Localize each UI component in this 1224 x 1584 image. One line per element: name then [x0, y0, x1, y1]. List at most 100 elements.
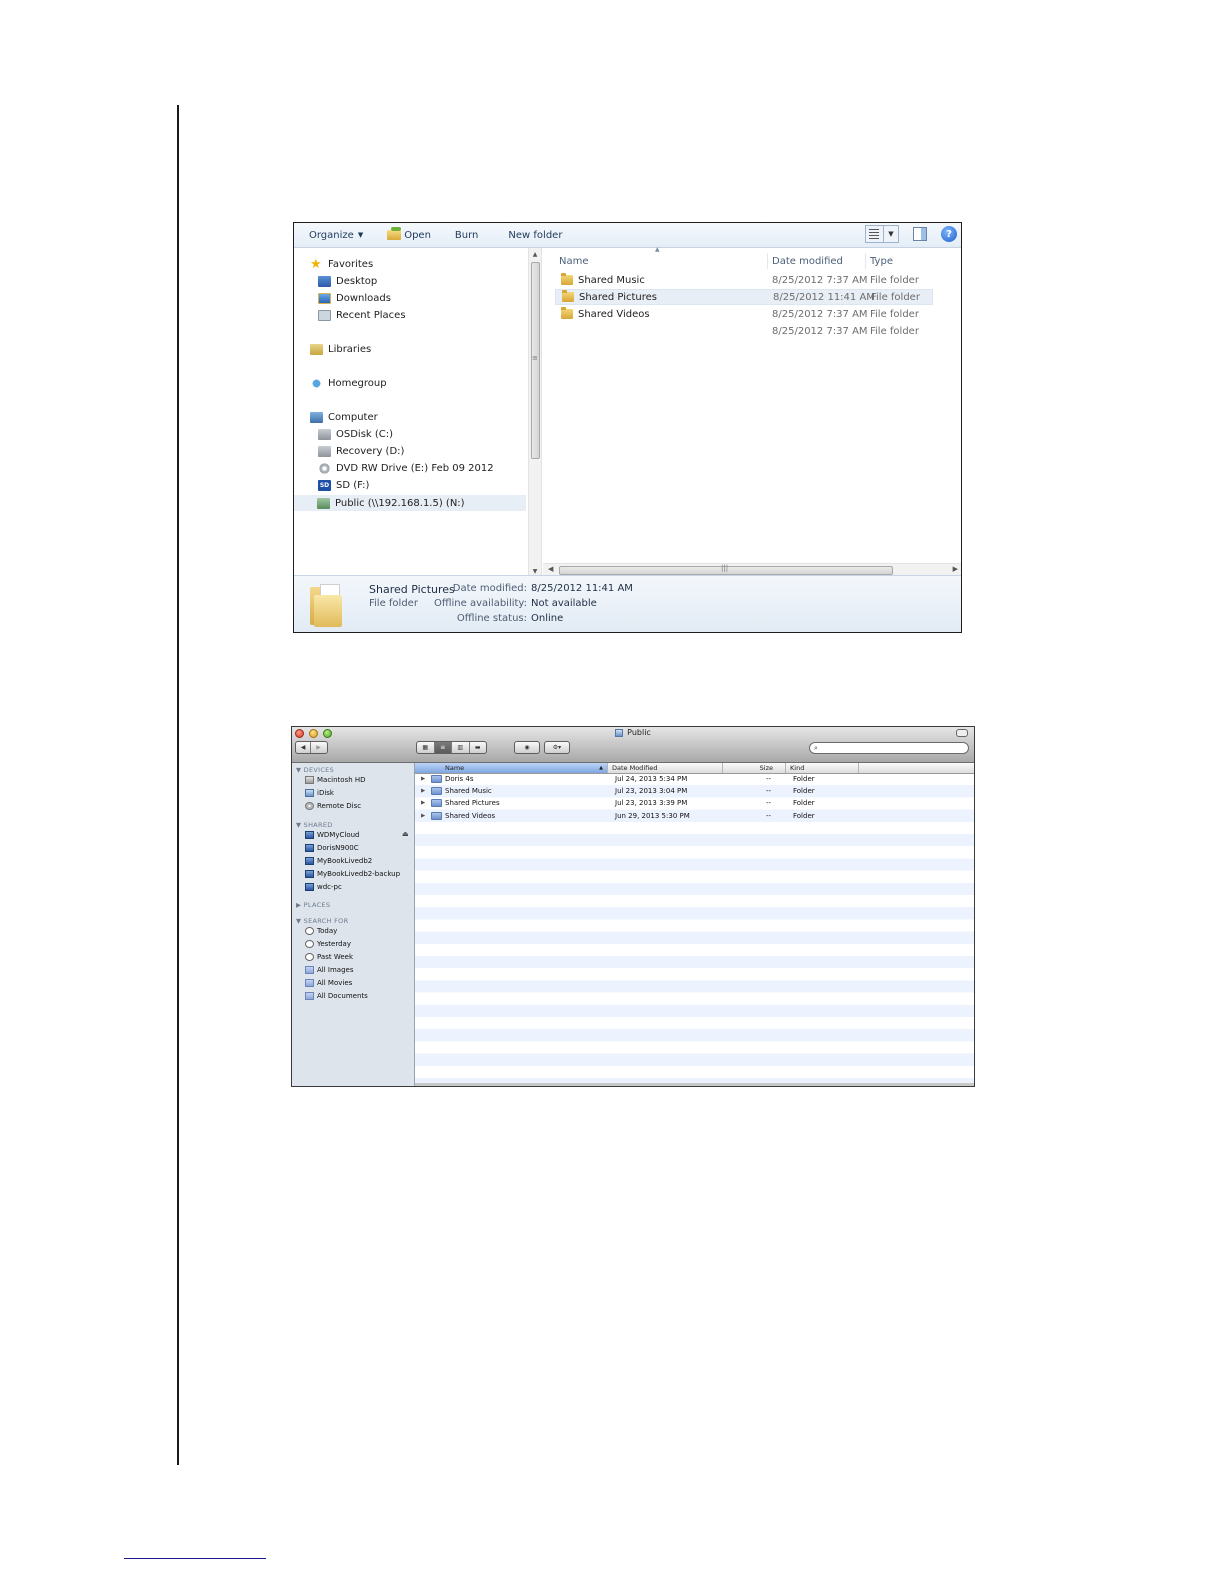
file-row-selected[interactable]: Shared Pictures 8/25/2012 11:41 AM File … — [555, 289, 933, 305]
icon-view-icon[interactable]: ▦ — [417, 742, 435, 753]
sidebar-item-past-week[interactable]: Past Week — [305, 951, 353, 963]
clock-icon — [305, 940, 314, 948]
sidebar-item-macintosh-hd[interactable]: Macintosh HD — [305, 774, 366, 786]
column-view-icon[interactable]: ▥ — [452, 742, 470, 753]
sidebar-item-remote-disc[interactable]: Remote Disc — [305, 800, 361, 812]
nav-item-dvd-drive[interactable]: DVD RW Drive (E:) Feb 09 2012 — [318, 460, 494, 476]
change-view-button[interactable]: ▼ — [865, 225, 899, 243]
eject-icon[interactable]: ⏏ — [402, 830, 409, 838]
disclosure-triangle-icon[interactable]: ▶ — [421, 800, 425, 806]
details-offline-availability-label: Offline availability: — [433, 598, 527, 609]
footer-rule — [124, 1558, 266, 1559]
file-row[interactable]: 8/25/2012 7:37 AM File folder — [555, 323, 933, 339]
quick-look-button[interactable]: ◉ — [514, 741, 540, 754]
details-offline-status-label: Offline status: — [456, 613, 527, 624]
column-header-name[interactable]: Name ▲ — [415, 763, 608, 773]
nav-item-desktop[interactable]: Desktop — [318, 273, 377, 289]
clock-icon — [305, 927, 314, 935]
windows-explorer-window: Organize ▼ Open Burn New folder ▼ ? ★ Favo… — [293, 222, 962, 633]
open-button[interactable]: Open — [380, 225, 438, 245]
sidebar-item-all-documents[interactable]: All Documents — [305, 990, 368, 1002]
sidebar-item-wdc-pc[interactable]: wdc-pc — [305, 881, 342, 893]
nav-item-public[interactable]: Public (\\192.168.1.5) (N:) — [294, 495, 526, 511]
smart-folder-icon — [305, 992, 314, 1000]
toolbar-toggle-button[interactable] — [956, 729, 968, 737]
disclosure-triangle-icon[interactable]: ▶ — [421, 776, 425, 782]
network-computer-icon — [305, 883, 314, 891]
details-date-modified-label: Date modified: — [452, 583, 527, 594]
new-folder-button[interactable]: New folder — [501, 225, 569, 245]
folder-icon — [561, 307, 573, 319]
forward-icon[interactable]: ▶ — [311, 742, 326, 753]
preview-pane-icon[interactable] — [913, 227, 927, 241]
open-folder-icon — [387, 227, 402, 240]
scroll-right-icon[interactable]: ▶ — [953, 565, 958, 573]
list-view-icon[interactable]: ≡ — [434, 742, 452, 753]
sidebar-item-yesterday[interactable]: Yesterday — [305, 938, 351, 950]
sidebar-item-idisk[interactable]: iDisk — [305, 787, 334, 799]
organize-button[interactable]: Organize ▼ — [302, 225, 370, 245]
network-computer-icon — [305, 844, 314, 852]
folder-icon — [308, 581, 344, 627]
file-row[interactable]: Shared Music 8/25/2012 7:37 AM File fold… — [555, 272, 933, 288]
nav-item-libraries[interactable]: Libraries — [310, 341, 371, 357]
nav-item-homegroup[interactable]: Homegroup — [310, 375, 387, 391]
help-icon[interactable]: ? — [941, 226, 957, 242]
downloads-icon — [318, 292, 331, 304]
sidebar-header-devices[interactable]: ▼ DEVICES — [296, 766, 334, 774]
details-offline-status-value: Online — [531, 613, 564, 624]
page-margin-rule — [177, 105, 179, 1465]
sidebar-header-places[interactable]: ▶ PLACES — [296, 901, 330, 909]
network-drive-icon — [615, 728, 624, 737]
disclosure-triangle-icon[interactable]: ▶ — [421, 788, 425, 794]
nav-item-osdisk[interactable]: OSDisk (C:) — [318, 426, 393, 442]
sidebar-item-today[interactable]: Today — [305, 925, 337, 937]
column-header-name[interactable]: Name — [555, 253, 767, 269]
nav-item-recovery[interactable]: Recovery (D:) — [318, 443, 404, 459]
nav-item-downloads[interactable]: Downloads — [318, 290, 391, 306]
column-header-size[interactable]: Size — [723, 763, 786, 773]
list-item[interactable]: ▶ Shared Music Jul 23, 2013 3:04 PM -- F… — [415, 785, 974, 797]
sidebar-item-dorisn900c[interactable]: DorisN900C — [305, 842, 359, 854]
list-item[interactable]: ▶ Doris 4s Jul 24, 2013 5:34 PM -- Folde… — [415, 773, 974, 785]
network-computer-icon — [305, 831, 314, 839]
nav-item-recent-places[interactable]: Recent Places — [318, 307, 406, 323]
column-header-date-modified[interactable]: Date modified — [767, 253, 865, 269]
network-computer-icon — [305, 870, 314, 878]
nav-vertical-scrollbar[interactable]: ▲ ≡ ▼ — [528, 248, 542, 578]
sidebar-header-search-for[interactable]: ▼ SEARCH FOR — [296, 917, 348, 925]
scroll-left-icon[interactable]: ◀ — [548, 565, 553, 573]
folder-icon — [431, 811, 442, 820]
dvd-drive-icon — [318, 462, 331, 474]
column-header-type[interactable]: Type — [865, 253, 955, 269]
navigation-pane: ★ Favorites Desktop Downloads Recent Plac… — [294, 248, 529, 578]
nav-item-computer[interactable]: Computer — [310, 409, 378, 425]
list-item[interactable]: ▶ Shared Videos Jun 29, 2013 5:30 PM -- … — [415, 810, 974, 822]
search-input[interactable]: ⌕ — [809, 742, 969, 754]
sidebar-header-shared[interactable]: ▼ SHARED — [296, 821, 333, 829]
disc-icon — [305, 802, 314, 810]
action-menu-button[interactable]: ⚙▾ — [544, 741, 570, 754]
search-icon: ⌕ — [814, 744, 818, 752]
sidebar-item-mybooklivedb2[interactable]: MyBookLivedb2 — [305, 855, 372, 867]
sidebar-item-all-movies[interactable]: All Movies — [305, 977, 352, 989]
disclosure-triangle-icon[interactable]: ▶ — [421, 813, 425, 819]
coverflow-view-icon[interactable]: ▬ — [470, 742, 487, 753]
nav-item-sd[interactable]: SD SD (F:) — [318, 477, 369, 493]
burn-button[interactable]: Burn — [448, 225, 485, 245]
list-item[interactable]: ▶ Shared Pictures Jul 23, 2013 3:39 PM -… — [415, 797, 974, 809]
sidebar-item-mybooklivedb2-backup[interactable]: MyBookLivedb2-backup — [305, 868, 400, 880]
sidebar-item-wdmycloud[interactable]: WDMyCloud — [305, 829, 360, 841]
folder-icon — [431, 787, 442, 796]
column-header-date-modified[interactable]: Date Modified — [608, 763, 723, 773]
file-row[interactable]: Shared Videos 8/25/2012 7:37 AM File fol… — [555, 306, 933, 322]
scroll-down-icon[interactable]: ▼ — [529, 568, 541, 575]
column-header-kind[interactable]: Kind — [786, 763, 859, 773]
back-icon[interactable]: ◀ — [296, 742, 311, 753]
recent-places-icon — [318, 309, 331, 321]
sidebar-item-all-images[interactable]: All Images — [305, 964, 353, 976]
scroll-up-icon[interactable]: ▲ — [529, 251, 541, 258]
network-drive-icon — [317, 497, 330, 509]
view-mode-buttons: ▦ ≡ ▥ ▬ — [416, 741, 487, 754]
nav-item-favorites[interactable]: ★ Favorites — [310, 256, 373, 272]
